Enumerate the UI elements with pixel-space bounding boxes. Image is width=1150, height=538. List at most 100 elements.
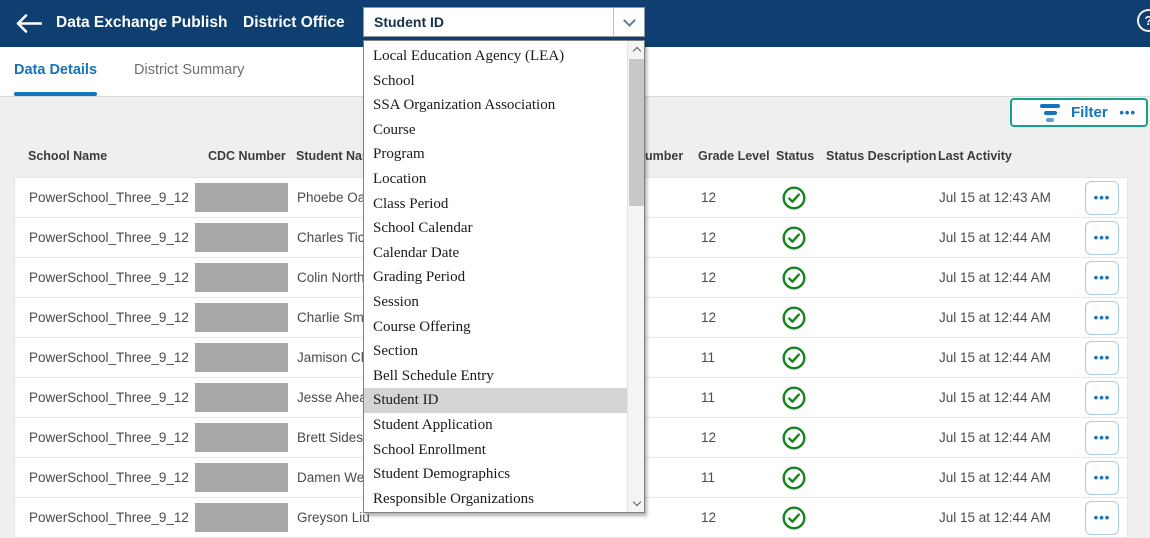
cell-last-activity: Jul 15 at 12:44 AM <box>939 338 1051 378</box>
cell-grade-level: 12 <box>701 298 716 338</box>
filter-button[interactable]: Filter ••• <box>1010 98 1148 127</box>
cell-last-activity: Jul 15 at 12:44 AM <box>939 378 1051 418</box>
cell-student-name: Charlie Sm <box>297 298 364 338</box>
status-success-icon <box>782 226 806 250</box>
dropdown-option[interactable]: Session <box>364 290 627 315</box>
dropdown-option[interactable]: Local Education Agency (LEA) <box>364 44 627 69</box>
dropdown-option[interactable]: Student Application <box>364 413 627 438</box>
row-actions-button[interactable]: ••• <box>1085 421 1119 455</box>
back-arrow-icon[interactable] <box>16 14 42 33</box>
cell-school-name: PowerSchool_Three_9_12 <box>29 498 189 538</box>
cell-last-activity: Jul 15 at 12:43 AM <box>939 178 1051 218</box>
redacted-cdc-number <box>195 503 288 532</box>
row-actions-button[interactable]: ••• <box>1085 301 1119 335</box>
status-success-icon <box>782 306 806 330</box>
status-success-icon <box>782 346 806 370</box>
cell-school-name: PowerSchool_Three_9_12 <box>29 258 189 298</box>
dropdown-option[interactable]: SSA Organization Association <box>364 93 627 118</box>
entity-dropdown-list: Local Education Agency (LEA)SchoolSSA Or… <box>363 40 645 513</box>
scrollbar-thumb[interactable] <box>629 59 644 206</box>
cell-student-name: Greyson Liu <box>297 498 370 538</box>
dropdown-options: Local Education Agency (LEA)SchoolSSA Or… <box>364 44 644 511</box>
entity-select-value: Student ID <box>364 14 613 30</box>
redacted-cdc-number <box>195 463 288 492</box>
row-actions-button[interactable]: ••• <box>1085 501 1119 535</box>
dropdown-option[interactable]: Bell Schedule Entry <box>364 364 627 389</box>
status-success-icon <box>782 186 806 210</box>
column-header: Status <box>776 149 814 163</box>
app-title: Data Exchange Publish <box>56 0 227 46</box>
scroll-down-icon[interactable] <box>628 495 645 512</box>
redacted-cdc-number <box>195 183 288 212</box>
cell-grade-level: 11 <box>701 338 715 378</box>
cell-last-activity: Jul 15 at 12:44 AM <box>939 298 1051 338</box>
filter-icon <box>1040 104 1060 122</box>
cell-student-name: Jesse Ahea <box>297 378 367 418</box>
dropdown-option[interactable]: School Enrollment <box>364 438 627 463</box>
dropdown-option[interactable]: Responsible Organizations <box>364 487 627 512</box>
scroll-up-icon[interactable] <box>628 41 645 58</box>
dropdown-option[interactable]: Location <box>364 167 627 192</box>
row-actions-button[interactable]: ••• <box>1085 461 1119 495</box>
entity-select[interactable]: Student ID <box>363 7 645 37</box>
dropdown-option[interactable]: Class Period <box>364 192 627 217</box>
dropdown-scrollbar[interactable] <box>627 41 644 512</box>
redacted-cdc-number <box>195 263 288 292</box>
tab-data-details[interactable]: Data Details <box>14 47 97 96</box>
status-success-icon <box>782 466 806 490</box>
cell-school-name: PowerSchool_Three_9_12 <box>29 298 189 338</box>
status-success-icon <box>782 266 806 290</box>
cell-school-name: PowerSchool_Three_9_12 <box>29 338 189 378</box>
row-actions-button[interactable]: ••• <box>1085 381 1119 415</box>
status-success-icon <box>782 506 806 530</box>
cell-grade-level: 12 <box>701 258 716 298</box>
cell-grade-level: 11 <box>701 378 715 418</box>
dropdown-option[interactable]: Grading Period <box>364 265 627 290</box>
row-actions-button[interactable]: ••• <box>1085 261 1119 295</box>
cell-last-activity: Jul 15 at 12:44 AM <box>939 498 1051 538</box>
column-header: Status Description <box>826 149 936 163</box>
cell-school-name: PowerSchool_Three_9_12 <box>29 458 189 498</box>
cell-school-name: PowerSchool_Three_9_12 <box>29 178 189 218</box>
dropdown-option[interactable]: Course <box>364 118 627 143</box>
cell-school-name: PowerSchool_Three_9_12 <box>29 378 189 418</box>
tab-district-summary[interactable]: District Summary <box>134 47 244 96</box>
redacted-cdc-number <box>195 343 288 372</box>
cell-student-name: Jamison Ch <box>297 338 368 378</box>
dropdown-option[interactable]: Student ID <box>364 388 627 413</box>
row-actions-button[interactable]: ••• <box>1085 221 1119 255</box>
filter-more-options-icon[interactable]: ••• <box>1119 105 1136 120</box>
dropdown-option[interactable]: Course Offering <box>364 315 627 340</box>
dropdown-option[interactable]: Student Demographics <box>364 462 627 487</box>
cell-grade-level: 12 <box>701 218 716 258</box>
dropdown-option[interactable]: Calendar Date <box>364 241 627 266</box>
dropdown-option[interactable]: School Calendar <box>364 216 627 241</box>
district-context-label: District Office <box>243 0 345 46</box>
dropdown-option[interactable]: School <box>364 69 627 94</box>
redacted-cdc-number <box>195 383 288 412</box>
column-header: Grade Level <box>698 149 770 163</box>
status-success-icon <box>782 386 806 410</box>
row-actions-button[interactable]: ••• <box>1085 181 1119 215</box>
cell-school-name: PowerSchool_Three_9_12 <box>29 418 189 458</box>
redacted-cdc-number <box>195 223 288 252</box>
help-icon[interactable]: ? <box>1137 9 1150 32</box>
cell-student-name: Phoebe Oa <box>297 178 365 218</box>
redacted-cdc-number <box>195 303 288 332</box>
cell-student-name: Charles Tic <box>297 218 365 258</box>
cell-last-activity: Jul 15 at 12:44 AM <box>939 458 1051 498</box>
filter-button-label: Filter <box>1071 104 1108 121</box>
cell-student-name: Damen We <box>297 458 364 498</box>
cell-last-activity: Jul 15 at 12:44 AM <box>939 218 1051 258</box>
dropdown-option[interactable]: Section <box>364 339 627 364</box>
row-actions-button[interactable]: ••• <box>1085 341 1119 375</box>
cell-student-name: Colin North <box>297 258 365 298</box>
cell-last-activity: Jul 15 at 12:44 AM <box>939 418 1051 458</box>
dropdown-option[interactable]: Program <box>364 142 627 167</box>
cell-grade-level: 12 <box>701 498 716 538</box>
redacted-cdc-number <box>195 423 288 452</box>
cell-last-activity: Jul 15 at 12:44 AM <box>939 258 1051 298</box>
status-success-icon <box>782 426 806 450</box>
cell-student-name: Brett Sides <box>297 418 363 458</box>
chevron-down-icon[interactable] <box>613 8 644 36</box>
